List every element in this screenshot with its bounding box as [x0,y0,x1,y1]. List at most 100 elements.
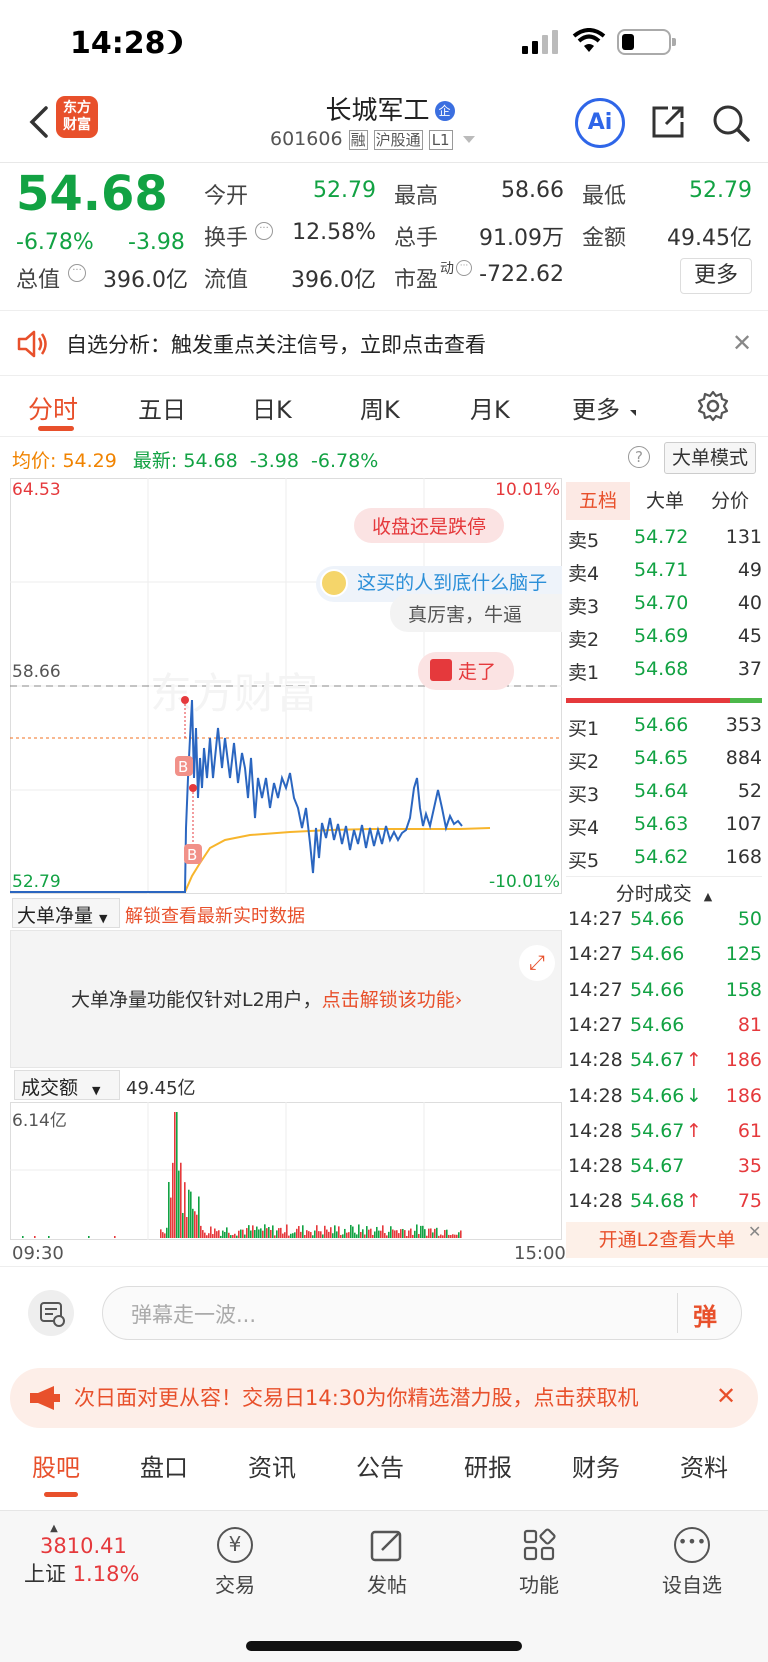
amount-bar [410,1228,412,1238]
index-line: 上证 1.18% [14,1558,154,1588]
amount-bar [216,1231,218,1238]
danmu-send-button[interactable]: 弹 [693,1297,717,1332]
amount-total: 49.45亿 [126,1078,196,1099]
amount-bar [276,1230,278,1238]
amount-bar [456,1234,458,1238]
low-label: 最低 [582,184,627,209]
more-button[interactable]: 更多 [680,258,752,294]
trade-button[interactable]: ¥ 交易 [200,1527,270,1598]
index-pct: 1.18% [72,1562,140,1586]
trade-volume: 50 [737,908,762,930]
trade-time: 14:28 [568,1084,623,1107]
bid-price: 54.66 [634,714,689,736]
l2-open-button[interactable]: 开通L2查看大单 [566,1222,768,1258]
ask-volume: 40 [737,592,762,614]
tab-more[interactable]: 更多 [572,390,620,425]
intraday-chart[interactable]: 东方财富 B B 64.53 10.01% 58.66 52.79 -10.01… [10,478,562,894]
danmu-bubble[interactable]: 走了 [418,652,515,690]
expand-icon[interactable]: ⤢ [519,945,555,981]
function-button[interactable]: 功能 [504,1527,574,1598]
last-price: 54.68 [16,166,168,222]
post-button[interactable]: 发帖 [352,1527,422,1598]
bignet-unlock-link[interactable]: 点击解锁该功能 [322,989,455,1011]
amount-select[interactable]: 成交额 ▼ [14,1070,120,1100]
tab-big-order[interactable]: 大单 [634,482,696,520]
l2-close-icon[interactable]: ✕ [748,1222,761,1241]
add-watchlist-button[interactable]: ••• 设自选 [652,1527,732,1598]
share-icon[interactable] [648,102,688,142]
amount-bar [266,1228,268,1238]
index-quote[interactable]: ▲ 3810.41 上证 1.18% [14,1523,154,1588]
mktcap-value: 396.0亿 [103,268,188,293]
amount-bar [22,1236,24,1238]
tab-five-day[interactable]: 五日 [138,390,186,425]
danmu-bubble[interactable]: 收盘还是跌停 [354,508,505,543]
settings-icon[interactable] [697,390,729,422]
amount-bar [212,1234,214,1238]
amount-bar [226,1227,228,1238]
amount-bar [228,1232,230,1238]
trade-volume: 35 [737,1155,762,1178]
tab-notice[interactable]: 公告 [356,1448,404,1483]
promo-close-icon[interactable]: ✕ [716,1382,736,1410]
alert-bar[interactable]: 自选分析：触发重点关注信号，立即点击查看 ✕ [0,310,768,376]
tab-finance[interactable]: 财务 [572,1448,620,1483]
amount-bar [248,1225,250,1238]
ask-price: 54.70 [634,592,689,614]
amount-bar [426,1235,428,1238]
tab-day-k[interactable]: 日K [252,390,292,425]
ai-button[interactable]: Ai [575,98,625,148]
ask-label: 卖4 [568,563,600,585]
tab-price-dist[interactable]: 分价 [698,482,762,520]
tab-profile[interactable]: 资料 [680,1448,728,1483]
back-icon[interactable] [24,104,54,140]
tab-research[interactable]: 研报 [464,1448,512,1483]
amount-bar [218,1230,220,1238]
dropdown-icon[interactable] [462,136,475,143]
trade-time: 14:28 [568,1190,623,1213]
change-amount: -3.98 [128,230,185,255]
price-info-line: 均价: 54.29 最新: 54.68 -3.98 -6.78% [12,446,572,473]
amount-bar [366,1226,368,1238]
logo-text-1: 东方 [63,100,91,116]
amount-bar [172,1162,174,1238]
tab-week-k[interactable]: 周K [360,390,400,425]
amount-bar [380,1230,382,1238]
amount-bar [234,1233,236,1238]
amount-bar [446,1229,448,1238]
danmu-bubble[interactable]: 真厉害，牛逼 [390,594,562,632]
tab-level5[interactable]: 五档 [566,482,630,520]
amount-bar [338,1226,340,1238]
tab-intraday[interactable]: 分时 [28,390,78,426]
amount-bar [318,1231,320,1238]
bid-volume: 52 [737,780,762,802]
amount-bar [268,1226,270,1238]
pe-sup: 动 [440,261,454,277]
trades-title[interactable]: 分时成交 ▲ [566,876,762,906]
big-order-mode-button[interactable]: 大单模式 [664,442,756,474]
amount-bar [458,1232,460,1238]
danmu-toggle-icon[interactable] [28,1290,74,1336]
bignet-msg-text: 大单净量功能仅针对L2用户， [71,989,322,1011]
danmu-input[interactable]: 弹幕走一波... 弹 [102,1286,742,1340]
tab-guba[interactable]: 股吧 [32,1448,80,1483]
ask-label: 卖5 [568,530,600,552]
bignet-unlock-hint[interactable]: 解锁查看最新实时数据 [125,902,305,928]
amount-bar [404,1230,406,1238]
alert-close-icon[interactable]: ✕ [732,329,752,357]
bignet-select[interactable]: 大单净量 ▼ [12,898,120,928]
bignet-locked-panel: ⤢ 大单净量功能仅针对L2用户，点击解锁该功能› [10,930,562,1068]
amount-bar [350,1224,352,1238]
buy-marker-1: B [178,758,188,776]
amount-bar [48,1236,50,1238]
help-icon[interactable]: ? [628,446,650,468]
amount-bar [236,1235,238,1238]
amount-bar [198,1196,200,1238]
tab-month-k[interactable]: 月K [470,390,510,425]
search-icon[interactable] [710,102,752,144]
tab-news[interactable]: 资讯 [248,1448,296,1483]
promo-banner[interactable]: 次日面对更从容！交易日14:30为你精选潜力股，点击获取机 ✕ [10,1368,758,1428]
mktcap-info-icon[interactable]: ··· [68,264,86,282]
tab-pankou[interactable]: 盘口 [140,1448,188,1483]
amount-bar [214,1228,216,1238]
